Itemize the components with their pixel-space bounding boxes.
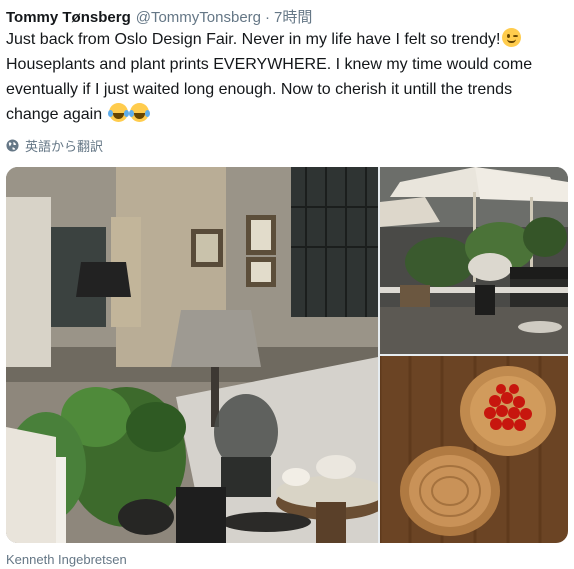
globe-icon <box>6 139 19 152</box>
author-name[interactable]: Tommy Tønsberg <box>6 9 131 26</box>
showroom-interior-photo[interactable] <box>6 167 378 543</box>
wooden-bowls-photo[interactable] <box>380 356 568 543</box>
author-handle[interactable]: @TommyTonsberg <box>136 9 261 26</box>
tweet-header: Tommy Tønsberg @TommyTonsberg · 7時間 <box>6 6 312 26</box>
media-grid <box>6 167 568 543</box>
separator: · <box>265 9 271 26</box>
tweet-text-part1: Just back from Oslo Design Fair. Never i… <box>6 31 501 48</box>
tears-of-joy-emoji-icon <box>107 103 129 122</box>
timestamp[interactable]: 7時間 <box>274 6 312 27</box>
parasol-garden-display-photo[interactable] <box>380 167 568 354</box>
translate-label[interactable]: 英語から翻訳 <box>25 136 103 155</box>
tears-of-joy-emoji-icon <box>128 103 150 122</box>
winking-face-emoji-icon <box>502 28 522 47</box>
tweet-text: Just back from Oslo Design Fair. Never i… <box>6 27 568 127</box>
tweet-text-part2: Houseplants and plant prints EVERYWHERE.… <box>6 56 533 123</box>
translate-link[interactable]: 英語から翻訳 <box>6 136 103 155</box>
photo-credit[interactable]: Kenneth Ingebretsen <box>6 552 127 567</box>
